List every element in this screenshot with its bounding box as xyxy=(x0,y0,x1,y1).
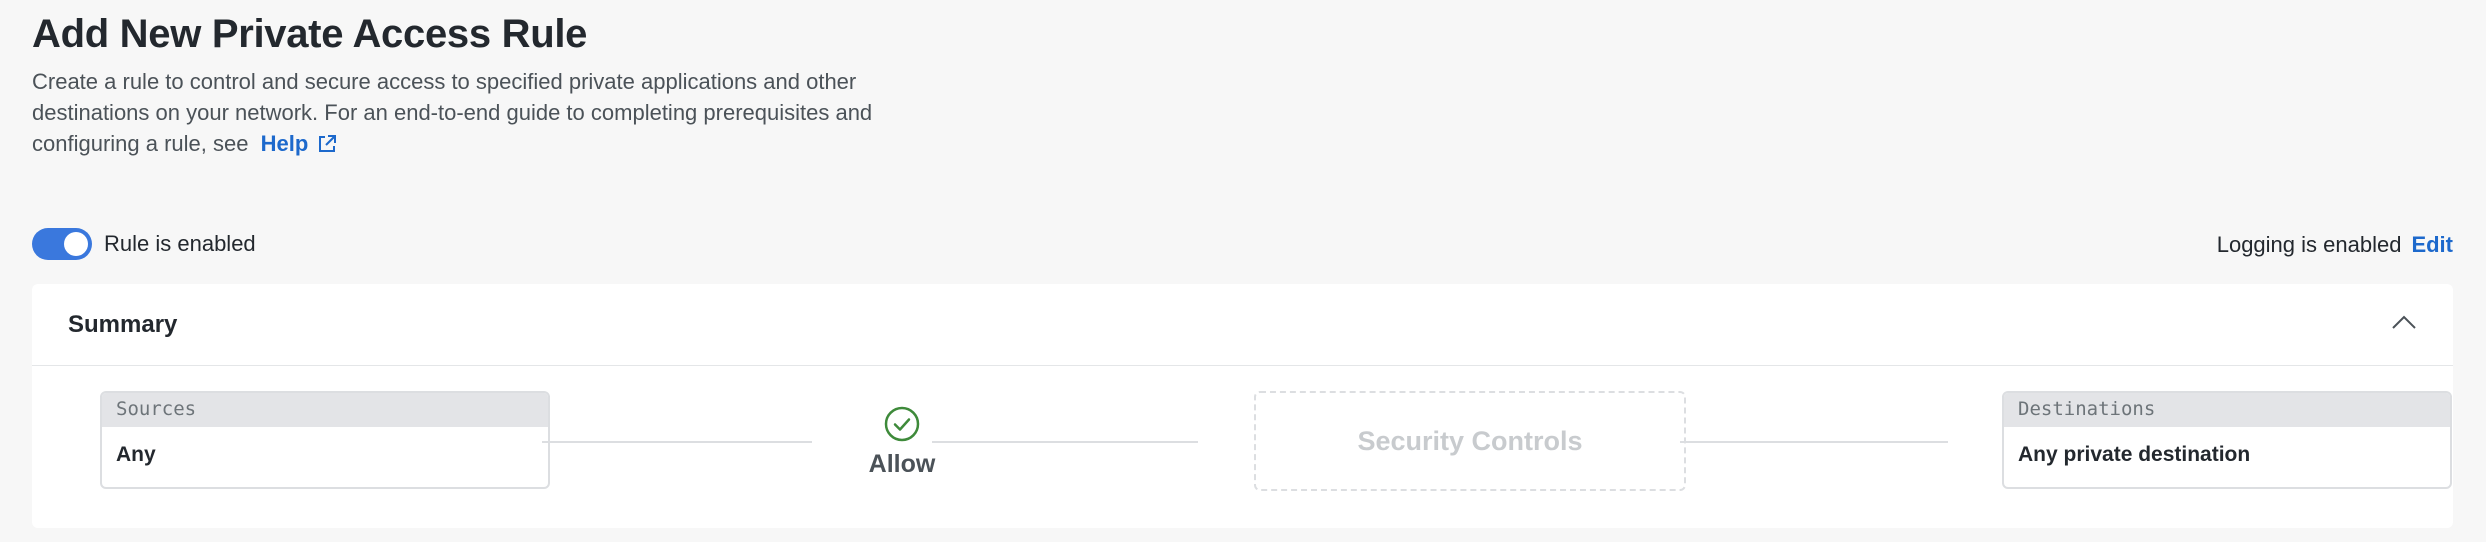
sources-label: Sources xyxy=(102,393,548,427)
rule-enabled-toggle[interactable] xyxy=(32,228,92,260)
logging-status-text: Logging is enabled xyxy=(2216,232,2402,257)
page-description: Create a rule to control and secure acce… xyxy=(32,66,952,159)
security-controls-box[interactable]: Security Controls xyxy=(1254,391,1686,491)
connector-line xyxy=(542,441,812,443)
toggle-knob xyxy=(64,232,88,256)
connector-line xyxy=(932,441,1198,443)
destinations-label: Destinations xyxy=(2004,393,2450,427)
destinations-box[interactable]: Destinations Any private destination xyxy=(2002,391,2452,489)
external-link-icon xyxy=(319,134,337,152)
summary-flow: Sources Any Allow Security Controls Dest… xyxy=(32,284,2453,528)
logging-edit-link[interactable]: Edit xyxy=(2411,232,2453,258)
page-description-text: Create a rule to control and secure acce… xyxy=(32,69,873,156)
destinations-value: Any private destination xyxy=(2018,443,2251,466)
page-title: Add New Private Access Rule xyxy=(32,12,588,56)
action-label: Allow xyxy=(868,450,936,478)
logging-status: Logging is enabled Edit xyxy=(2217,232,2453,258)
help-link-label: Help xyxy=(260,131,309,156)
sources-box[interactable]: Sources Any xyxy=(100,391,550,489)
rule-toggle-row: Rule is enabled xyxy=(32,228,256,260)
connector-line xyxy=(1680,441,1948,443)
sources-value: Any xyxy=(116,443,156,466)
page: Add New Private Access Rule Create a rul… xyxy=(0,0,2486,542)
security-controls-label: Security Controls xyxy=(1357,425,1583,456)
help-link[interactable]: Help xyxy=(261,128,339,159)
check-circle-icon xyxy=(884,406,920,442)
rule-enabled-label: Rule is enabled xyxy=(104,231,256,256)
